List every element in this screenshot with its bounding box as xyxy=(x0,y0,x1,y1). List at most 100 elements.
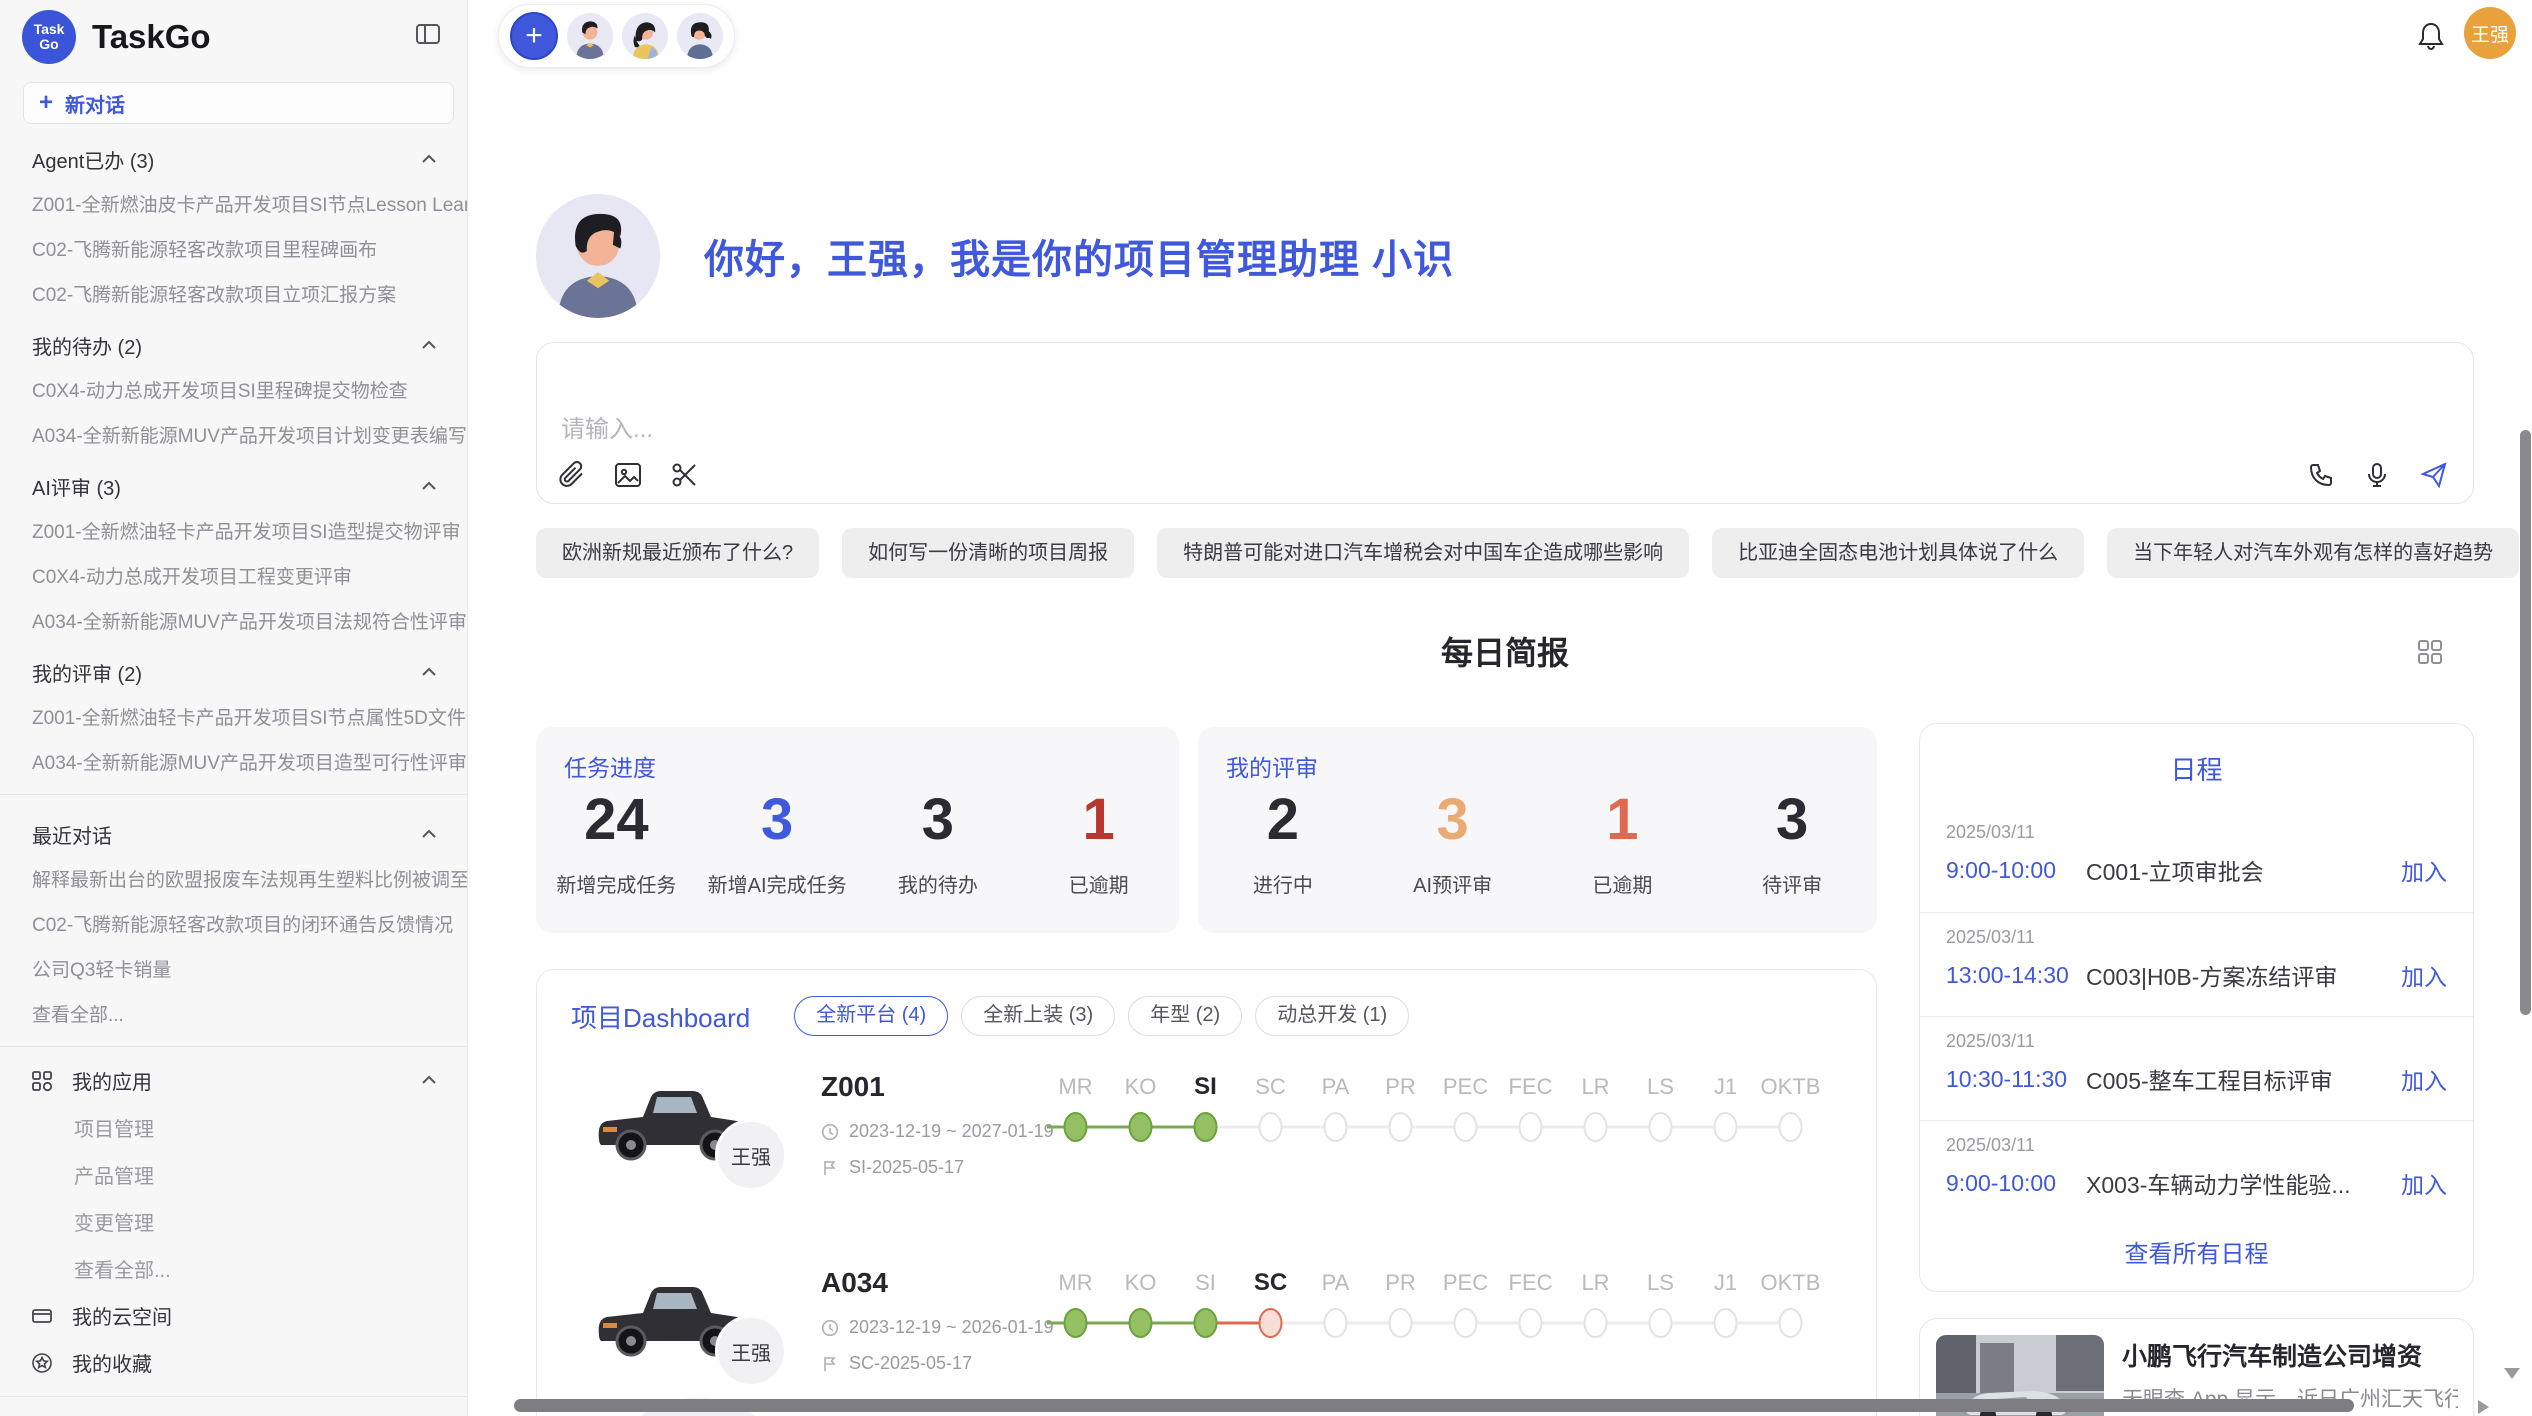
clock-icon xyxy=(821,1123,839,1141)
scroll-right-arrow[interactable] xyxy=(2478,1400,2489,1414)
notification-bell-icon[interactable] xyxy=(2416,20,2446,57)
agent-avatar-1[interactable] xyxy=(567,13,613,59)
milestone-label: KO xyxy=(1108,1270,1173,1296)
recent-chat-item[interactable]: 解释最新出台的欧盟报废车法规再生塑料比例被调至15%... xyxy=(0,856,467,901)
join-link[interactable]: 加入 xyxy=(2401,1166,2447,1200)
join-link[interactable]: 加入 xyxy=(2401,1062,2447,1096)
join-link[interactable]: 加入 xyxy=(2401,853,2447,887)
phone-icon[interactable] xyxy=(2307,461,2335,489)
flag-icon xyxy=(821,1355,839,1373)
tab-model-year[interactable]: 年型 (2) xyxy=(1128,996,1242,1036)
sidebar-collapse-icon[interactable] xyxy=(415,22,441,51)
schedule-item[interactable]: 2025/03/11 9:00-10:00 C001-立项审批会 加入 xyxy=(1920,808,2473,912)
section-header-recent[interactable]: 最近对话 xyxy=(0,805,467,856)
milestone-label: SI xyxy=(1173,1270,1238,1296)
suggestion-chip[interactable]: 特朗普可能对进口汽车增税会对中国车企造成哪些影响 xyxy=(1157,528,1689,578)
tab-new-body[interactable]: 全新上装 (3) xyxy=(961,996,1115,1036)
sidebar-task-item[interactable]: C0X4-动力总成开发项目工程变更评审 xyxy=(0,553,467,598)
layout-grid-icon[interactable] xyxy=(2416,638,2444,671)
milestone-label: SC xyxy=(1238,1074,1303,1100)
apps-grid-icon xyxy=(30,1069,56,1093)
message-composer[interactable]: 请输入... xyxy=(536,342,2474,504)
add-agent-button[interactable]: + xyxy=(510,12,558,60)
sidebar-item-cloud-space[interactable]: 我的云空间 xyxy=(0,1292,467,1339)
stat-value: 1 xyxy=(1538,783,1708,857)
chevron-up-icon[interactable] xyxy=(421,826,437,844)
chevron-up-icon[interactable] xyxy=(421,664,437,682)
milestone-label: PEC xyxy=(1433,1074,1498,1100)
project-row-z001[interactable]: 王强 Z001 2023-12-19 ~ 2027-01-19 SI-2025-… xyxy=(537,1067,1876,1253)
stat-value: 24 xyxy=(536,783,697,857)
new-chat-button[interactable]: + 新对话 xyxy=(23,82,454,124)
recent-view-all[interactable]: 查看全部... xyxy=(0,991,467,1036)
sidebar-task-item[interactable]: A034-全新新能源MUV产品开发项目造型可行性评审 xyxy=(0,739,467,784)
stat-my-todo: 3 我的待办 xyxy=(858,783,1019,898)
chevron-up-icon[interactable] xyxy=(421,1072,437,1090)
view-all-schedule-link[interactable]: 查看所有日程 xyxy=(1920,1234,2473,1269)
chevron-up-icon[interactable] xyxy=(421,337,437,355)
milestone-label: LS xyxy=(1628,1074,1693,1100)
milestone-label: OKTB xyxy=(1758,1270,1823,1296)
sidebar-task-item[interactable]: C02-飞腾新能源轻客改款项目立项汇报方案 xyxy=(0,271,467,316)
sidebar-task-item[interactable]: C0X4-动力总成开发项目SI里程碑提交物检查 xyxy=(0,367,467,412)
app-item-project-mgmt[interactable]: 项目管理 xyxy=(0,1104,467,1151)
suggestion-chip[interactable]: 当下年轻人对汽车外观有怎样的喜好趋势 xyxy=(2107,528,2519,578)
recent-chat-item[interactable]: C02-飞腾新能源轻客改款项目的闭环通告反馈情况 xyxy=(0,901,467,946)
scroll-down-arrow[interactable] xyxy=(2504,1368,2520,1379)
schedule-item[interactable]: 2025/03/11 10:30-11:30 C005-整车工程目标评审 加入 xyxy=(1920,1016,2473,1120)
card-title: 我的评审 xyxy=(1226,749,1318,783)
logo-text-bottom: Go xyxy=(39,37,58,52)
chevron-up-icon[interactable] xyxy=(421,478,437,496)
task-progress-card: 任务进度 24 新增完成任务 3 新增AI完成任务 3 我的待办 xyxy=(536,727,1179,933)
agent-avatar-2[interactable] xyxy=(622,13,668,59)
sidebar-item-my-apps[interactable]: 我的应用 xyxy=(0,1057,467,1104)
scissors-icon[interactable] xyxy=(669,460,699,490)
sidebar-task-item[interactable]: C02-飞腾新能源轻客改款项目里程碑画布 xyxy=(0,226,467,271)
sidebar-task-item[interactable]: A034-全新新能源MUV产品开发项目计划变更表编写 xyxy=(0,412,467,457)
user-avatar[interactable]: 王强 xyxy=(2464,7,2516,59)
sidebar-task-item[interactable]: Z001-全新燃油轻卡产品开发项目SI节点属性5D文件评审 xyxy=(0,694,467,739)
milestone-label: MR xyxy=(1043,1270,1108,1296)
sidebar-task-item[interactable]: A034-全新新能源MUV产品开发项目法规符合性评审 xyxy=(0,598,467,643)
sidebar-item-ai-staff[interactable]: AI超级员工 xyxy=(0,1407,467,1416)
app-item-view-all[interactable]: 查看全部... xyxy=(0,1245,467,1292)
agent-avatar-3[interactable] xyxy=(677,13,723,59)
attachment-icon[interactable] xyxy=(557,460,587,490)
sidebar-item-favorites[interactable]: 我的收藏 xyxy=(0,1339,467,1386)
topbar: + 王强 xyxy=(468,0,2532,76)
section-header-my-review[interactable]: 我的评审 (2) xyxy=(0,643,467,694)
schedule-item[interactable]: 2025/03/11 13:00-14:30 C003|H0B-方案冻结评审 加… xyxy=(1920,912,2473,1016)
cloud-space-icon xyxy=(30,1304,56,1328)
stat-ai-prereview: 3 AI预评审 xyxy=(1368,783,1538,898)
section-header-my-todo[interactable]: 我的待办 (2) xyxy=(0,316,467,367)
microphone-icon[interactable] xyxy=(2363,461,2391,489)
sidebar-task-item[interactable]: Z001-全新燃油皮卡产品开发项目SI节点Lesson Learn报告 xyxy=(0,181,467,226)
milestone-label: LR xyxy=(1563,1074,1628,1100)
briefing-cards: 任务进度 24 新增完成任务 3 新增AI完成任务 3 我的待办 xyxy=(536,727,1877,933)
section-header-ai-review[interactable]: AI评审 (3) xyxy=(0,457,467,508)
stat-new-ai-done: 3 新增AI完成任务 xyxy=(697,783,858,898)
image-icon[interactable] xyxy=(613,460,643,490)
app-item-change-mgmt[interactable]: 变更管理 xyxy=(0,1198,467,1245)
sidebar-task-item[interactable]: Z001-全新燃油轻卡产品开发项目SI造型提交物评审 xyxy=(0,508,467,553)
section-header-agent-done[interactable]: Agent已办 (3) xyxy=(0,130,467,181)
join-link[interactable]: 加入 xyxy=(2401,958,2447,992)
suggestion-chips: 欧洲新规最近颁布了什么? 如何写一份清晰的项目周报 特朗普可能对进口汽车增税会对… xyxy=(536,528,2474,578)
send-icon[interactable] xyxy=(2419,460,2449,490)
project-row-a034[interactable]: 王强 A034 2023-12-19 ~ 2026-01-19 SC-2025-… xyxy=(537,1263,1876,1416)
app-item-product-mgmt[interactable]: 产品管理 xyxy=(0,1151,467,1198)
schedule-item[interactable]: 2025/03/11 9:00-10:00 X003-车辆动力学性能验... 加… xyxy=(1920,1120,2473,1224)
recent-chat-item[interactable]: 公司Q3轻卡销量 xyxy=(0,946,467,991)
suggestion-chip[interactable]: 欧洲新规最近颁布了什么? xyxy=(536,528,819,578)
chevron-up-icon[interactable] xyxy=(421,151,437,169)
vertical-scrollbar[interactable] xyxy=(2520,430,2531,1015)
favorites-label: 我的收藏 xyxy=(72,1348,152,1377)
project-date-range: 2023-12-19 ~ 2027-01-19 xyxy=(849,1121,1054,1142)
tab-new-platform[interactable]: 全新平台 (4) xyxy=(794,996,948,1036)
horizontal-scrollbar[interactable] xyxy=(514,1399,2354,1412)
tab-powertrain[interactable]: 动总开发 (1) xyxy=(1255,996,1409,1036)
milestone-label: KO xyxy=(1108,1074,1173,1100)
suggestion-chip[interactable]: 如何写一份清晰的项目周报 xyxy=(842,528,1134,578)
suggestion-chip[interactable]: 比亚迪全固态电池计划具体说了什么 xyxy=(1712,528,2084,578)
milestone-label: PR xyxy=(1368,1270,1433,1296)
